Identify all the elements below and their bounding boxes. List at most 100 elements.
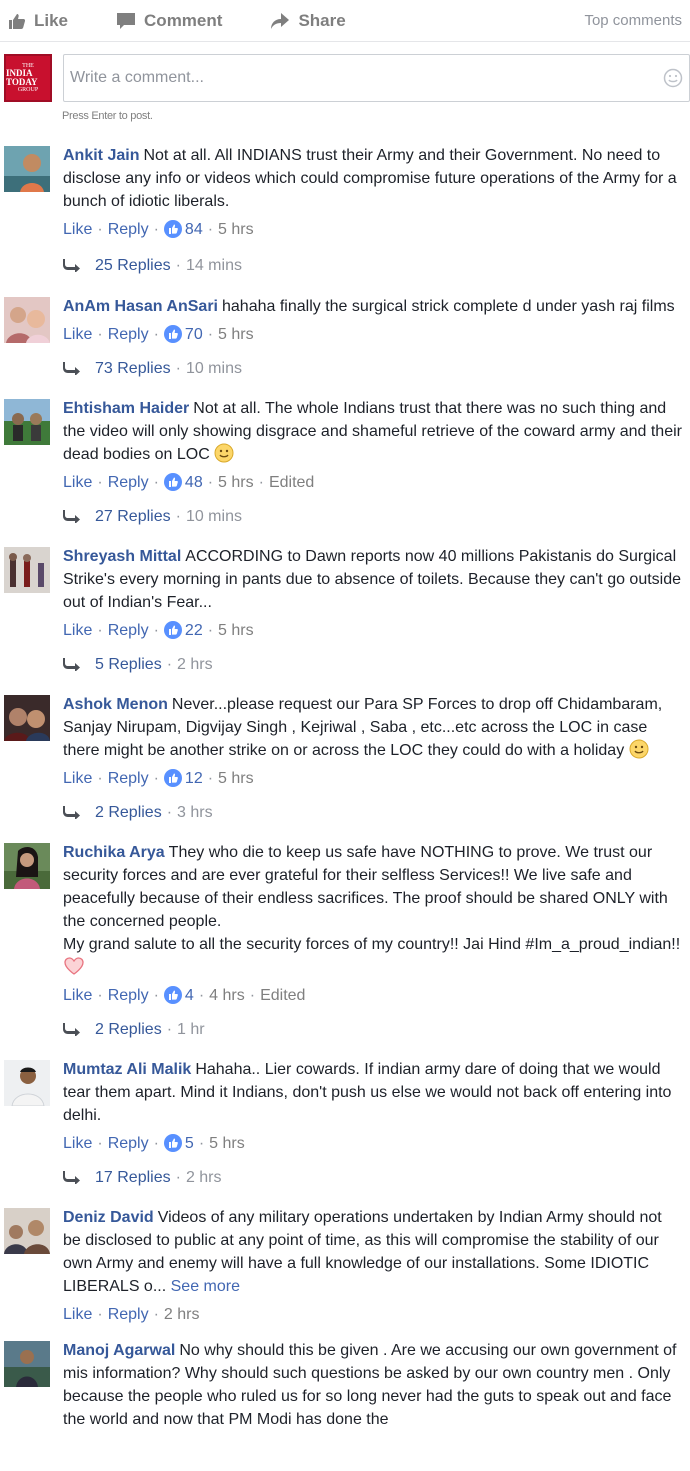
avatar[interactable]	[4, 297, 50, 343]
share-action[interactable]: Share	[270, 10, 346, 31]
emoji-picker-icon[interactable]	[663, 68, 683, 88]
comment-composer: THE INDIA TODAY GROUP	[0, 42, 690, 102]
view-replies[interactable]: 5 Replies · 2 hrs	[63, 652, 682, 676]
page-avatar-logo: THE INDIA TODAY GROUP	[4, 54, 52, 102]
sort-comments-toggle[interactable]: Top comments	[584, 12, 682, 29]
reply-link[interactable]: Reply	[108, 619, 149, 642]
see-more-link[interactable]: See more	[171, 1278, 240, 1295]
reaction-count[interactable]: 70	[163, 323, 203, 346]
comment-author[interactable]: Shreyash Mittal	[63, 548, 181, 565]
reaction-count[interactable]: 12	[163, 767, 203, 790]
like-reaction-icon	[163, 769, 182, 787]
reply-count[interactable]: 27 Replies	[95, 505, 171, 528]
comment-meta: Like · Reply · 84 · 5 hrs	[63, 217, 682, 241]
thumbs-up-icon	[9, 13, 26, 29]
like-link[interactable]: Like	[63, 218, 92, 241]
like-link[interactable]: Like	[63, 984, 92, 1007]
smile-emoji-icon	[629, 739, 649, 759]
reply-arrow-icon	[63, 806, 80, 819]
comment-item: AnAm Hasan AnSari hahaha finally the surg…	[0, 295, 690, 380]
like-link[interactable]: Like	[63, 323, 92, 346]
reply-link[interactable]: Reply	[108, 1132, 149, 1155]
reply-count[interactable]: 73 Replies	[95, 357, 171, 380]
share-arrow-icon	[271, 12, 290, 29]
reaction-count[interactable]: 84	[163, 218, 203, 241]
reply-arrow-icon	[63, 259, 80, 272]
comment-time: 5 hrs	[209, 1134, 245, 1152]
reply-time: 1 hr	[177, 1020, 205, 1038]
reply-arrow-icon	[63, 1023, 80, 1036]
like-link[interactable]: Like	[63, 1132, 92, 1155]
comment-item: Ashok Menon Never...please request our Pa…	[0, 693, 690, 824]
comment-author[interactable]: Ruchika Arya	[63, 844, 165, 861]
comment-meta: Like · Reply · 4 · 4 hrs · Edited	[63, 983, 682, 1007]
reaction-count[interactable]: 48	[163, 471, 203, 494]
reply-count[interactable]: 25 Replies	[95, 254, 171, 277]
view-replies[interactable]: 25 Replies · 14 mins	[63, 253, 682, 277]
comment-author[interactable]: Deniz David	[63, 1209, 154, 1226]
edited-label[interactable]: Edited	[260, 984, 305, 1007]
avatar[interactable]	[4, 1208, 50, 1254]
like-action-label: Like	[34, 10, 69, 30]
reply-time: 14 mins	[185, 256, 242, 274]
reply-arrow-icon	[63, 1171, 80, 1184]
like-link[interactable]: Like	[63, 767, 92, 790]
like-action[interactable]: Like	[8, 11, 68, 31]
avatar[interactable]	[4, 399, 50, 445]
reaction-count[interactable]: 4	[163, 984, 194, 1007]
comment-author[interactable]: Manoj Agarwal	[63, 1342, 175, 1359]
comment-text: hahaha finally the surgical strick compl…	[222, 298, 675, 315]
reply-count[interactable]: 2 Replies	[95, 1018, 162, 1041]
like-reaction-icon	[163, 986, 182, 1004]
view-replies[interactable]: 73 Replies · 10 mins	[63, 356, 682, 380]
comment-author[interactable]: AnAm Hasan AnSari	[63, 298, 218, 315]
comment-time: 5 hrs	[218, 621, 254, 639]
comment-time: 5 hrs	[218, 220, 254, 238]
reaction-count[interactable]: 22	[163, 619, 203, 642]
reply-link[interactable]: Reply	[108, 767, 149, 790]
avatar[interactable]	[4, 843, 50, 889]
like-link[interactable]: Like	[63, 471, 92, 494]
comment-action[interactable]: Comment	[116, 11, 222, 31]
reply-count[interactable]: 2 Replies	[95, 801, 162, 824]
comment-author[interactable]: Ashok Menon	[63, 696, 168, 713]
reply-count[interactable]: 5 Replies	[95, 653, 162, 676]
reply-time: 2 hrs	[185, 1168, 222, 1186]
comment-author[interactable]: Ankit Jain	[63, 147, 139, 164]
like-reaction-icon	[163, 621, 182, 639]
comment-time: 2 hrs	[163, 1305, 200, 1323]
comment-input[interactable]	[70, 69, 663, 87]
reply-link[interactable]: Reply	[108, 323, 149, 346]
view-replies[interactable]: 17 Replies · 2 hrs	[63, 1165, 682, 1189]
reply-arrow-icon	[63, 510, 80, 523]
avatar[interactable]	[4, 547, 50, 593]
reaction-count[interactable]: 5	[163, 1132, 194, 1155]
view-replies[interactable]: 2 Replies · 1 hr	[63, 1017, 682, 1041]
reply-time: 3 hrs	[177, 803, 213, 821]
comment-item: Mumtaz Ali Malik Hahaha.. Lier cowards. I…	[0, 1058, 690, 1189]
comment-time: 5 hrs	[218, 325, 254, 343]
reply-link[interactable]: Reply	[108, 218, 149, 241]
reply-time: 10 mins	[185, 359, 242, 377]
avatar[interactable]	[4, 1341, 50, 1387]
avatar[interactable]	[4, 695, 50, 741]
edited-label[interactable]: Edited	[269, 471, 314, 494]
comment-meta: Like · Reply · 2 hrs	[63, 1302, 682, 1326]
comment-input-box[interactable]	[63, 54, 690, 102]
like-link[interactable]: Like	[63, 619, 92, 642]
like-link[interactable]: Like	[63, 1303, 92, 1326]
avatar[interactable]	[4, 146, 50, 192]
view-replies[interactable]: 2 Replies · 3 hrs	[63, 800, 682, 824]
like-reaction-icon	[163, 1134, 182, 1152]
reply-link[interactable]: Reply	[108, 1303, 149, 1326]
comment-item: Ehtisham Haider Not at all. The whole Ind…	[0, 397, 690, 528]
share-action-label: Share	[298, 10, 346, 30]
avatar[interactable]	[4, 1060, 50, 1106]
comment-author[interactable]: Mumtaz Ali Malik	[63, 1061, 191, 1078]
reply-count[interactable]: 17 Replies	[95, 1166, 171, 1189]
view-replies[interactable]: 27 Replies · 10 mins	[63, 504, 682, 528]
reply-link[interactable]: Reply	[108, 984, 149, 1007]
reply-link[interactable]: Reply	[108, 471, 149, 494]
comment-text-continued: My grand salute to all the security forc…	[63, 936, 681, 953]
comment-author[interactable]: Ehtisham Haider	[63, 400, 189, 417]
